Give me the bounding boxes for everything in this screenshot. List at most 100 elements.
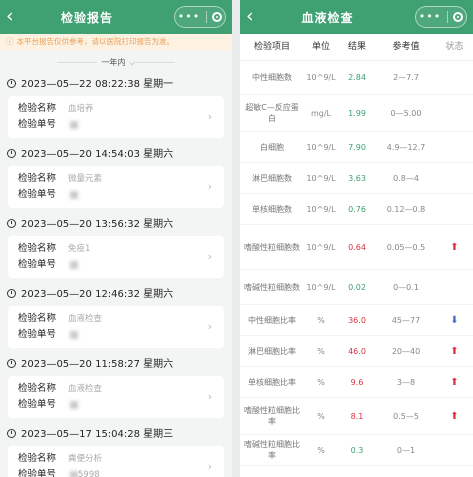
item-reference: 0—1 [396,445,416,455]
capsule-divider [446,11,448,23]
clock-icon [7,79,16,88]
filter-label[interactable]: 一年内 [101,58,125,67]
record-card[interactable]: 检验名称 粪便分析检验单号 5998 › [8,446,224,477]
record-name-row: 检验名称 血培养 [18,102,94,116]
item-result: 1.99 [348,108,366,118]
item-name: 嗜碱性粒细胞数 [244,282,300,292]
item-reference: 0—0.1 [393,282,419,292]
arrow-up-icon: ⬆ [450,345,459,357]
record-name-value: 血液检查 [68,384,103,394]
record-number-key: 检验单号 [18,329,57,340]
header-item: 检验项目 [253,42,290,52]
datetime-text: 2023—05—20 11:58:27 星期六 [21,359,174,370]
chevron-down-icon[interactable]: ⌵ [129,59,134,67]
record-name-key: 检验名称 [18,383,57,394]
header-status: 状态 [445,42,464,52]
record-card[interactable]: 检验名称 血液检查 检验单号 › [8,306,224,348]
record-datetime: 2023—05—17 15:04:28 星期三 [0,424,232,446]
item-result: 0.02 [348,282,366,292]
record-name-key: 检验名称 [18,243,57,254]
target-circle-icon[interactable] [453,12,464,22]
target-circle-icon[interactable] [212,12,223,22]
result-row: 单核细胞数 10^9/L 0.76 0.12—0.8 [240,194,473,225]
item-status: ⬇ [436,315,473,326]
result-row: 嗜碱性粒细胞比率% 0.3 0—1 [240,435,473,466]
chevron-right-icon[interactable]: › [208,250,212,263]
chevron-right-icon[interactable]: › [208,180,212,193]
record-name-row: 检验名称 微量元素 [18,172,102,186]
record-number-row: 检验单号 5998 [18,468,100,477]
mini-program-capsule: ••• [174,6,226,28]
item-name: 单核细胞比率 [248,377,296,387]
result-row: 嗜酸性粒细胞数 10^9/L 0.64 0.05—0.5 ⬆ [240,225,473,270]
record-card[interactable]: 检验名称 血培养检验单号 › [8,96,224,138]
redacted-mark [70,400,78,409]
report-list-panel: ‹ 检验报告 ••• ⓘ 本平台报告仅供参考，请以医院打印报告为准。 一年内 ⌵ 2… [0,0,232,477]
chevron-right-icon[interactable]: › [208,110,212,123]
item-reference: 0.8—4 [393,173,419,183]
mini-program-capsule: ••• [415,6,467,28]
item-result: 36.0 [348,315,366,325]
record-number-row: 检验单号 [18,258,78,272]
result-row: 嗜碱性粒细胞数 10^9/L 0.02 0—0.1 [240,270,473,305]
more-dots-icon[interactable]: ••• [419,11,441,22]
chevron-right-icon[interactable]: › [208,390,212,403]
datetime-text: 2023—05—17 15:04:28 星期三 [21,429,174,440]
notice-banner: ⓘ 本平台报告仅供参考，请以医院打印报告为准。 [0,34,232,50]
item-reference: 45—77 [391,315,421,325]
item-name: 嗜碱性粒细胞比率 [244,440,300,460]
record-card[interactable]: 检验名称 微量元素 检验单号 › [8,166,224,208]
redacted-mark [70,190,78,199]
record-datetime: 2023—05—20 12:46:32 星期六 [0,284,232,306]
item-unit: 10^9/L [306,142,336,152]
clock-icon [7,219,16,228]
more-dots-icon[interactable]: ••• [178,11,200,22]
item-unit: % [317,377,325,387]
item-status: ⬆ [436,377,473,388]
result-row: 超敏C—反应蛋白 mg/L 1.99 0—5.00 [240,95,473,132]
item-name: 淋巴细胞数 [252,173,292,183]
record-card[interactable]: 检验名称 免疫1 检验单号 › [8,236,224,278]
redacted-mark [70,330,78,339]
datetime-text: 2023—05—20 12:46:32 星期六 [21,289,174,300]
record-number-key: 检验单号 [18,119,57,130]
record-card[interactable]: 检验名称 血液检查 检验单号 › [8,376,224,418]
record-name-row: 检验名称 粪便分析 [18,452,102,466]
result-row: 嗜酸性粒细胞比率% 8.1 0.5—5 ⬆ [240,398,473,435]
redacted-mark [70,470,78,477]
item-reference: 2—7.7 [393,72,419,82]
record-name-value: 粪便分析 [68,454,103,464]
page-title: 血液检查 [301,10,354,25]
record-name-key: 检验名称 [18,103,57,114]
record-number-value: 5998 [78,470,100,477]
record-name-value: 血液检查 [68,314,103,324]
chevron-right-icon[interactable]: › [208,320,212,333]
item-result: 7.90 [348,142,366,152]
record-name-key: 检验名称 [18,173,57,184]
item-result: 46.0 [348,346,366,356]
record-name-row: 检验名称 免疫1 [18,242,90,256]
item-name: 白细胞 [260,142,284,152]
divider [134,62,175,63]
record-name-value: 血培养 [68,104,94,114]
item-unit: % [317,411,325,421]
item-status: ⬆ [436,242,473,253]
item-unit: % [317,315,325,325]
item-reference: 3—8 [396,377,416,387]
chevron-right-icon[interactable]: › [208,460,212,473]
result-row: 白细胞 10^9/L 7.90 4.9—12.7 [240,132,473,163]
result-table-body: 中性细胞数 10^9/L 2.84 2—7.7 超敏C—反应蛋白 mg/L 1.99 0—5.… [240,60,473,466]
record-name-row: 检验名称 血液检查 [18,312,102,326]
result-detail-panel: ‹ 血液检查 ••• 检验项目 单位 结果 参考值 状态 中性细胞数 10^9/L… [240,0,473,477]
info-icon: ⓘ [6,37,14,46]
item-name: 嗜酸性粒细胞数 [244,242,300,252]
record-name-value: 免疫1 [68,244,91,254]
item-unit: % [317,346,325,356]
redacted-mark [70,260,78,269]
nav-bar: ‹ 血液检查 ••• [240,0,473,34]
nav-bar: ‹ 检验报告 ••• [0,0,232,34]
clock-icon [7,289,16,298]
time-filter[interactable]: 一年内 ⌵ [0,52,232,74]
record-datetime: 2023—05—20 11:58:27 星期六 [0,354,232,376]
item-unit: mg/L [310,108,332,118]
